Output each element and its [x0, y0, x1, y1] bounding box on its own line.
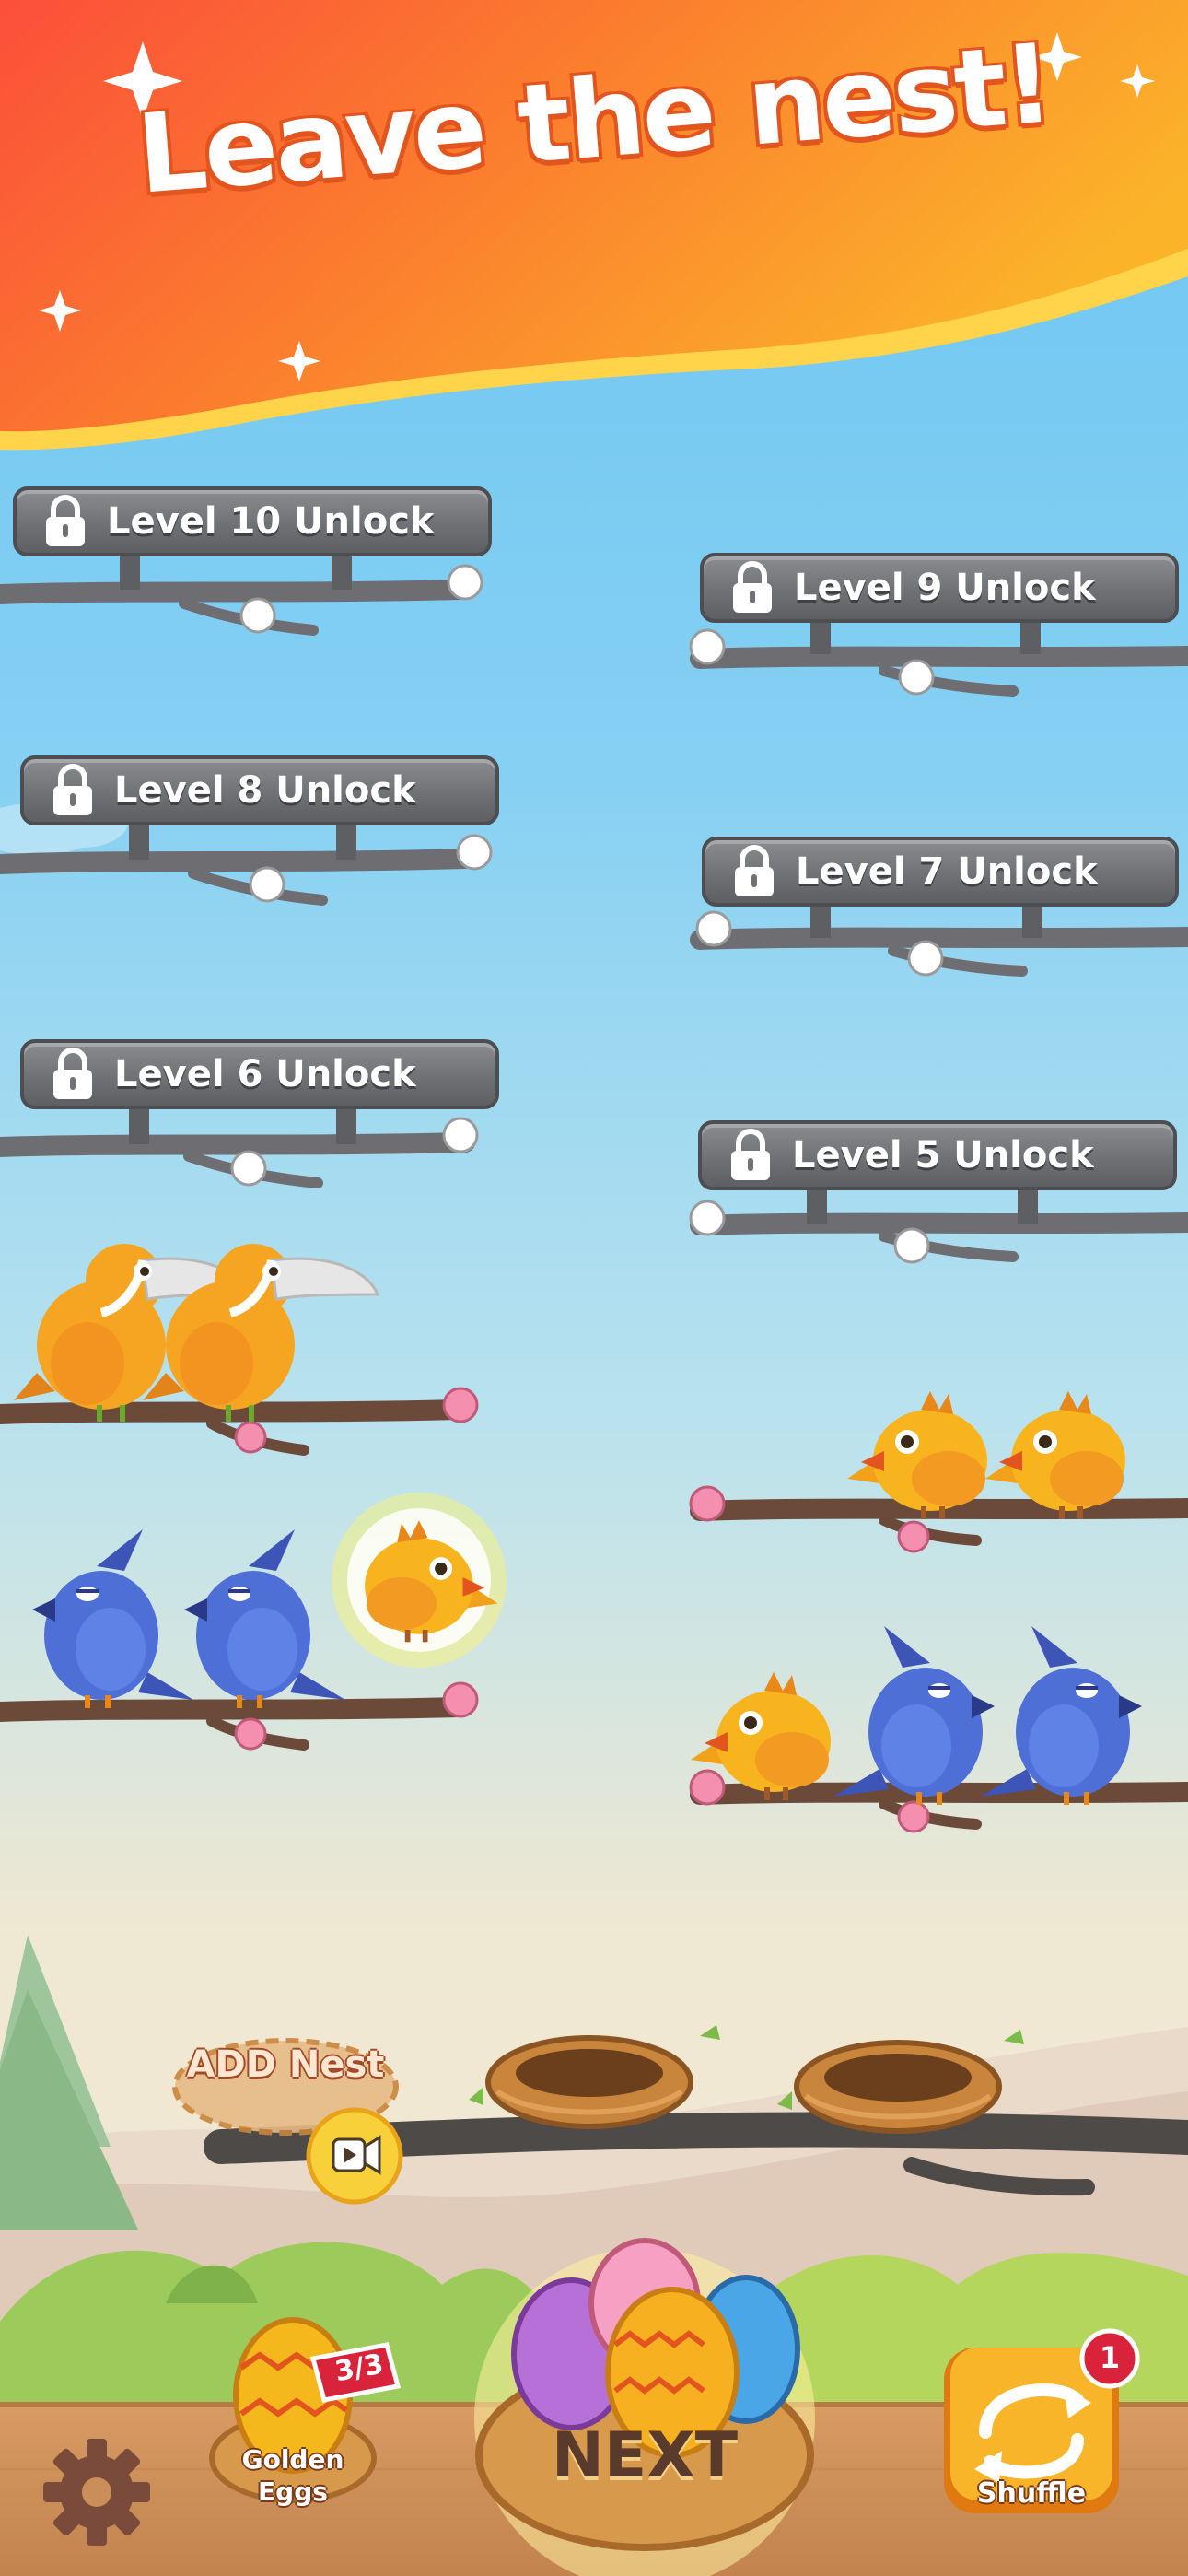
- golden-eggs-label-line2: Eggs: [258, 2476, 328, 2507]
- bottom-bar-art: [43, 2238, 1140, 2576]
- next-button[interactable]: [474, 2238, 815, 2576]
- shuffle-label[interactable]: Shuffle: [949, 2477, 1114, 2510]
- golden-eggs-label-line1: Golden: [241, 2444, 344, 2475]
- shuffle-badge-count: 1: [1099, 2340, 1121, 2375]
- next-label[interactable]: NEXT: [516, 2419, 774, 2492]
- gear-icon[interactable]: [43, 2439, 150, 2546]
- game-screen: Leave the nest! Level 10 Unlock Level 9 …: [0, 0, 1188, 2576]
